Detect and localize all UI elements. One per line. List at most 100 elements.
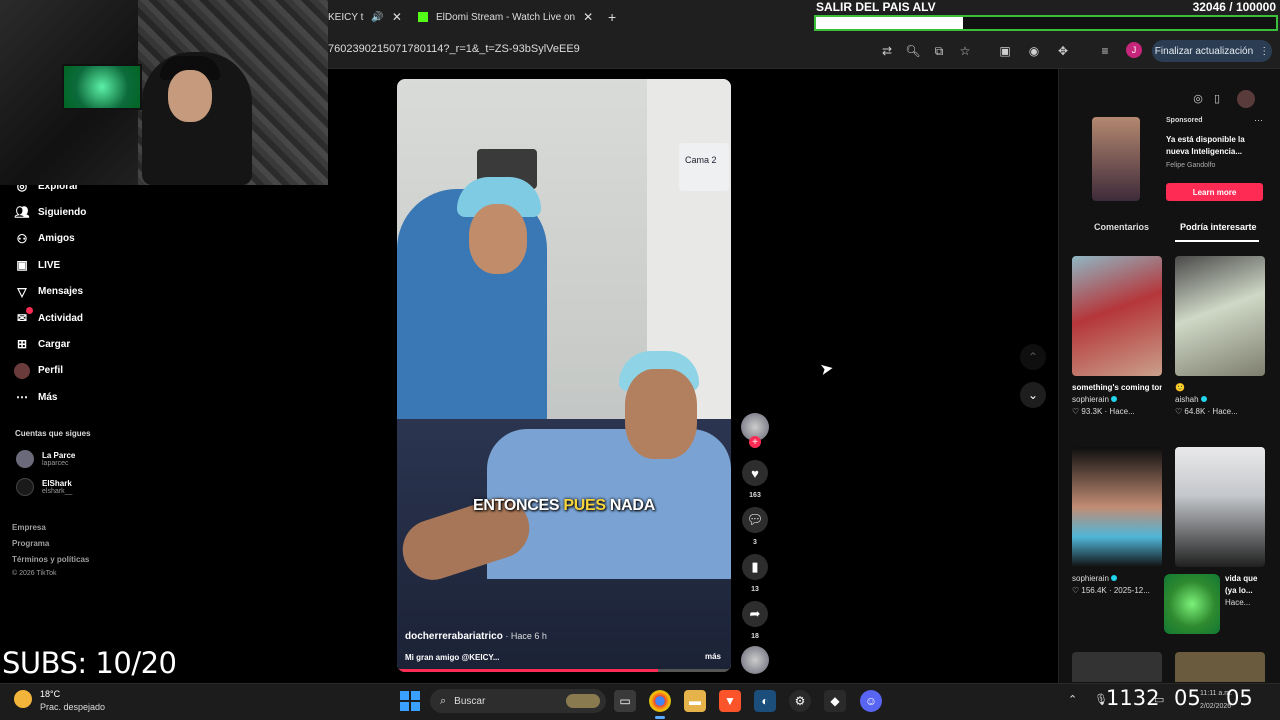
previous-video-button[interactable]: ⌃	[1020, 344, 1046, 370]
new-tab-button[interactable]: +	[608, 4, 616, 30]
comment-action[interactable]: 💬︎ 3	[742, 507, 768, 546]
monitor-icon[interactable]: ▭	[1154, 693, 1164, 706]
like-action[interactable]: ♥ 163	[742, 460, 768, 499]
green-monitor	[62, 64, 142, 110]
share-icon: ➦	[742, 601, 768, 627]
recommended-video[interactable]: sophierain ♡ 156.4K · 2025-12...	[1072, 447, 1162, 597]
install-app-icon[interactable]: ⧉	[931, 43, 947, 59]
followed-account[interactable]: La Parce laparcec	[16, 450, 75, 468]
bookmark-icon: ▮	[742, 554, 768, 580]
kebab-menu-icon: ⋮	[1259, 45, 1270, 57]
url-field[interactable]: 76023902150717801​14?_r=1&_t=ZS-93bSylVe…	[328, 43, 580, 55]
video-subtitle: ENTONCES PUES NADA	[397, 497, 731, 515]
video-stats: ♡ 156.4K · 2025-12...	[1072, 586, 1150, 595]
notification-dot	[26, 307, 33, 314]
overlay-clock-b: 05	[1174, 686, 1201, 710]
follow-plus-icon[interactable]: +	[749, 436, 761, 448]
recommended-video[interactable]: something's coming tonight ... sophierai…	[1072, 256, 1162, 418]
media-control-icon[interactable]: ≡	[1097, 43, 1113, 59]
tray-overflow-icon[interactable]: ⌃	[1068, 693, 1077, 706]
sidebar-item-label: Actividad	[38, 312, 84, 324]
video-author: sophierain	[1072, 394, 1162, 406]
author-name: sophierain	[1072, 395, 1109, 404]
file-explorer-icon[interactable]: ▬	[684, 690, 706, 712]
upload-icon: ⊞	[16, 337, 28, 352]
sidebar-item-actividad[interactable]: ✉ Actividad	[14, 307, 84, 328]
share-action[interactable]: ➦ 18	[742, 601, 768, 640]
video-player[interactable]: Cama 2 ENTONCES PUES NADA docherrerabari…	[397, 79, 731, 672]
learn-more-button[interactable]: Learn more	[1166, 183, 1263, 201]
sidebar-item-ms[interactable]: ⋯ Más	[14, 387, 57, 407]
recommended-video[interactable]: 🙂 aishah ♡ 64.8K · Hace...	[1175, 256, 1265, 418]
finish-update-button[interactable]: Finalizar actualización ⋮	[1152, 40, 1272, 62]
copyright: © 2026 TikTok	[12, 570, 57, 577]
video-author[interactable]: docherrerabariatrico · Hace 6 h	[405, 631, 547, 642]
sound-disc-avatar[interactable]	[741, 646, 769, 674]
extension-b-icon[interactable]: ◉	[1026, 43, 1042, 59]
account-handle: laparcec	[42, 460, 69, 467]
extensions-puzzle-icon[interactable]: ✥	[1055, 43, 1071, 59]
streamer-webcam	[0, 0, 328, 185]
video-thumbnail	[1175, 447, 1265, 567]
footer-link-program[interactable]: Programa	[12, 539, 49, 548]
account-name: La Parce	[42, 451, 76, 460]
steam-icon[interactable]: ◐	[754, 690, 776, 712]
footer-link-terms[interactable]: Términos y políticas	[12, 555, 89, 564]
coin-icon[interactable]: ◎	[1190, 90, 1206, 106]
tab-label: ElDomi Stream - Watch Live on	[436, 11, 576, 23]
ad-thumbnail[interactable]	[1092, 117, 1140, 201]
translate-icon[interactable]: ⇄	[879, 43, 895, 59]
browser-tab-eldomi[interactable]: ElDomi Stream - Watch Live on ✕	[418, 4, 598, 30]
settings-gear-icon[interactable]: ⚙	[789, 690, 811, 712]
save-count: 13	[751, 586, 759, 593]
sidebar-item-siguiendo[interactable]: 👥︎ Siguiendo	[14, 202, 86, 222]
sidebar-item-amigos[interactable]: ⚇ Amigos	[14, 229, 75, 249]
close-tab-icon[interactable]: ✕	[583, 10, 593, 24]
app-diamond-icon[interactable]: ◆	[824, 690, 846, 712]
ad-title[interactable]: Ya está disponible la nueva Inteligencia…	[1166, 134, 1262, 158]
brave-browser-icon[interactable]: ▼	[719, 690, 741, 712]
share-count: 18	[751, 633, 759, 640]
sidebar-item-label: LIVE	[38, 259, 61, 271]
discord-icon[interactable]: ☺	[860, 690, 882, 712]
tab-recommended[interactable]: Podría interesarte	[1180, 222, 1257, 232]
video-stats: ♡ 64.8K · Hace...	[1175, 407, 1238, 416]
chrome-icon[interactable]	[649, 690, 671, 712]
taskbar-search[interactable]: ⌕ Buscar	[430, 689, 606, 713]
tab-comments[interactable]: Comentarios	[1094, 222, 1149, 232]
sidebar-item-cargar[interactable]: ⊞ Cargar	[14, 334, 70, 354]
footer-link-company[interactable]: Empresa	[12, 523, 46, 532]
task-view-icon[interactable]: ▭	[614, 690, 636, 712]
account-handle: elshark__	[42, 488, 73, 495]
weather-temperature[interactable]: 18°C	[40, 689, 60, 699]
ad-options-icon[interactable]: ⋯	[1254, 115, 1263, 126]
browser-tab-keicy[interactable]: KEICY t 🔊 ✕	[328, 4, 402, 30]
sidebar-item-live[interactable]: ▣ LIVE	[14, 255, 60, 275]
close-tab-icon[interactable]: ✕	[392, 10, 402, 24]
video-thumbnail[interactable]	[1072, 652, 1162, 682]
sidebar-item-mensajes[interactable]: ▽ Mensajes	[14, 282, 83, 302]
room-sign: Cama 2	[679, 143, 729, 191]
sidebar-item-label: Perfil	[38, 365, 64, 377]
account-name: ElShark	[42, 479, 72, 488]
video-author: sophierain	[1072, 573, 1162, 585]
profile-icon: ●	[14, 362, 30, 379]
comment-count: 3	[753, 539, 757, 546]
profile-avatar[interactable]: J	[1126, 42, 1142, 58]
messages-icon: ▽	[17, 284, 27, 299]
bookmark-star-icon[interactable]: ☆	[957, 43, 973, 59]
user-avatar[interactable]	[1237, 90, 1255, 108]
more-link[interactable]: más	[705, 652, 721, 661]
followed-account[interactable]: ElShark elshark__	[16, 478, 72, 496]
save-action[interactable]: ▮ 13	[742, 554, 768, 593]
start-button[interactable]	[400, 691, 420, 711]
stream-goal-count: 32046 / 100000	[1192, 0, 1276, 14]
sidebar-item-perfil[interactable]: ● Perfil	[14, 361, 63, 381]
device-icon[interactable]: ▯	[1209, 90, 1225, 106]
zoom-icon[interactable]: 🔍︎	[905, 43, 921, 59]
extension-a-icon[interactable]: ▣	[997, 43, 1013, 59]
weather-sun-icon[interactable]	[14, 690, 32, 708]
next-video-button[interactable]: ⌄	[1020, 382, 1046, 408]
video-progress-bar[interactable]	[397, 669, 731, 672]
video-thumbnail[interactable]	[1175, 652, 1265, 682]
